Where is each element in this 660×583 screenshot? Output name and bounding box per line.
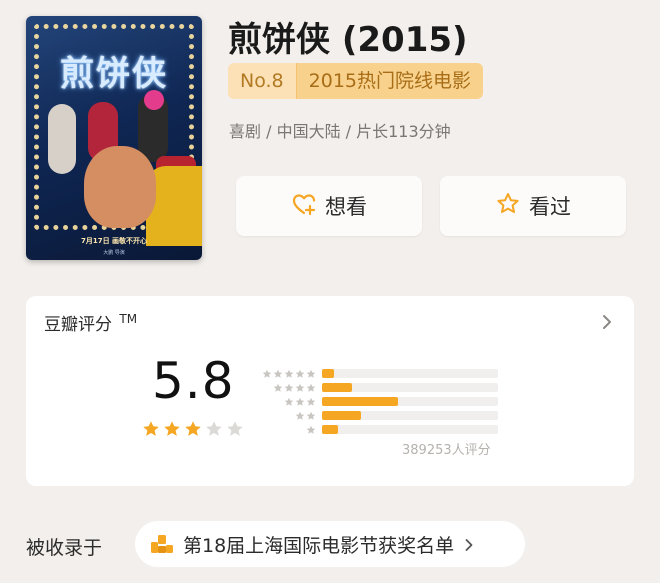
rating-bar-fill — [322, 410, 361, 420]
watched-button[interactable]: 看过 — [440, 176, 626, 236]
rank-list-name: 2015热门院线电影 — [295, 63, 483, 99]
included-list-chip[interactable]: 第18届上海国际电影节获奖名单 — [135, 521, 525, 567]
poster-title: 煎饼侠 — [60, 54, 168, 94]
movie-poster[interactable]: 煎饼侠 7月17日 画敬不开心 大鹏 导演 — [26, 16, 202, 260]
rating-distribution — [258, 366, 534, 436]
rating-bar-track — [322, 410, 498, 420]
rating-header-label: 豆瓣评分 — [44, 315, 112, 335]
heart-plus-icon — [291, 191, 317, 222]
poster-figure — [48, 104, 76, 174]
star-filled-icon — [142, 420, 160, 442]
want-to-watch-label: 想看 — [325, 195, 367, 219]
star-empty-icon — [226, 420, 244, 442]
poster-face — [84, 146, 156, 228]
rating-stars — [142, 420, 244, 442]
trophy-icon — [149, 531, 175, 557]
rank-number: No.8 — [228, 63, 296, 99]
included-in-label: 被收录于 — [26, 537, 103, 559]
poster-credits: 大鹏 导演 — [103, 250, 125, 256]
included-list-name: 第18届上海国际电影节获奖名单 — [183, 534, 455, 557]
rating-bar-fill — [322, 396, 398, 406]
star-filled-icon — [184, 420, 202, 442]
chevron-right-icon — [464, 536, 474, 552]
trademark-mark: TM — [119, 312, 138, 327]
star-small-icon — [306, 420, 316, 439]
rating-score: 5.8 — [152, 352, 235, 410]
rating-bar-track — [322, 382, 498, 392]
star-outline-icon — [495, 191, 521, 222]
bar-star-label — [258, 420, 322, 439]
chevron-right-icon[interactable] — [600, 312, 614, 332]
rating-bar-fill — [322, 382, 352, 392]
movie-title: 煎饼侠 (2015) — [228, 20, 468, 60]
movie-meta: 喜剧 / 中国大陆 / 片长113分钟 — [229, 122, 451, 141]
star-empty-icon — [205, 420, 223, 442]
rating-bar-fill — [322, 424, 338, 434]
rating-bar-row-1-star — [258, 422, 534, 436]
rank-badge[interactable]: No.8 2015热门院线电影 — [228, 63, 483, 99]
rating-bar-track — [322, 424, 498, 434]
rating-bar-track — [322, 396, 498, 406]
star-filled-icon — [163, 420, 181, 442]
rating-bar-fill — [322, 368, 335, 378]
rating-count: 389253人评分 — [402, 443, 491, 458]
watched-label: 看过 — [529, 195, 571, 219]
want-to-watch-button[interactable]: 想看 — [236, 176, 422, 236]
rating-header: 豆瓣评分 TM — [44, 310, 137, 335]
rating-bar-track — [322, 368, 498, 378]
rating-card[interactable]: 豆瓣评分 TM 5.8 389253人评分 — [26, 296, 634, 486]
poster-release-date: 7月17日 画敬不开心 — [80, 237, 148, 245]
